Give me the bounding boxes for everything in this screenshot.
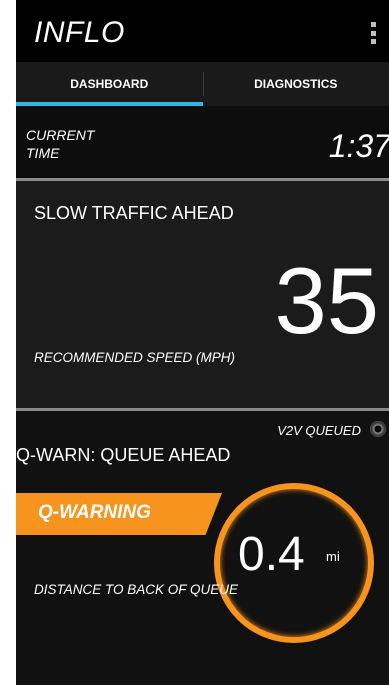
recommended-speed-label: RECOMMENDED SPEED (MPH) — [34, 350, 236, 365]
recommended-speed-value: 35 — [274, 248, 379, 353]
v2v-status-indicator-icon — [370, 421, 386, 437]
traffic-title: SLOW TRAFFIC AHEAD — [34, 203, 234, 223]
q-warning-banner: Q-WARNING — [16, 493, 222, 535]
queue-warning-panel: V2V QUEUED Q-WARN: QUEUE AHEAD Q-WARNING… — [16, 411, 389, 685]
queue-warning-title: Q-WARN: QUEUE AHEAD — [16, 445, 231, 465]
tab-dashboard[interactable]: DASHBOARD — [16, 62, 203, 106]
app-screen: INFLO DASHBOARD DIAGNOSTICS CURRENT TIME… — [16, 0, 389, 685]
v2v-queued-label: V2V QUEUED — [277, 423, 361, 438]
app-title: INFLO — [34, 16, 125, 49]
distance-unit: mi — [326, 549, 340, 564]
distance-value: 0.4 — [238, 528, 305, 581]
current-time-label: CURRENT TIME — [26, 127, 95, 161]
q-warning-banner-text: Q-WARNING — [38, 502, 151, 523]
current-time-row: CURRENT TIME 1:37 — [16, 106, 389, 178]
tab-bar: DASHBOARD DIAGNOSTICS — [16, 62, 389, 106]
current-time-value: 1:37 — [328, 128, 389, 164]
tab-diagnostics[interactable]: DIAGNOSTICS — [202, 62, 389, 106]
overflow-menu-icon[interactable] — [371, 22, 377, 44]
action-bar: INFLO — [16, 0, 389, 62]
distance-label: DISTANCE TO BACK OF QUEUE — [34, 582, 239, 597]
traffic-panel: SLOW TRAFFIC AHEAD 35 RECOMMENDED SPEED … — [16, 181, 389, 408]
